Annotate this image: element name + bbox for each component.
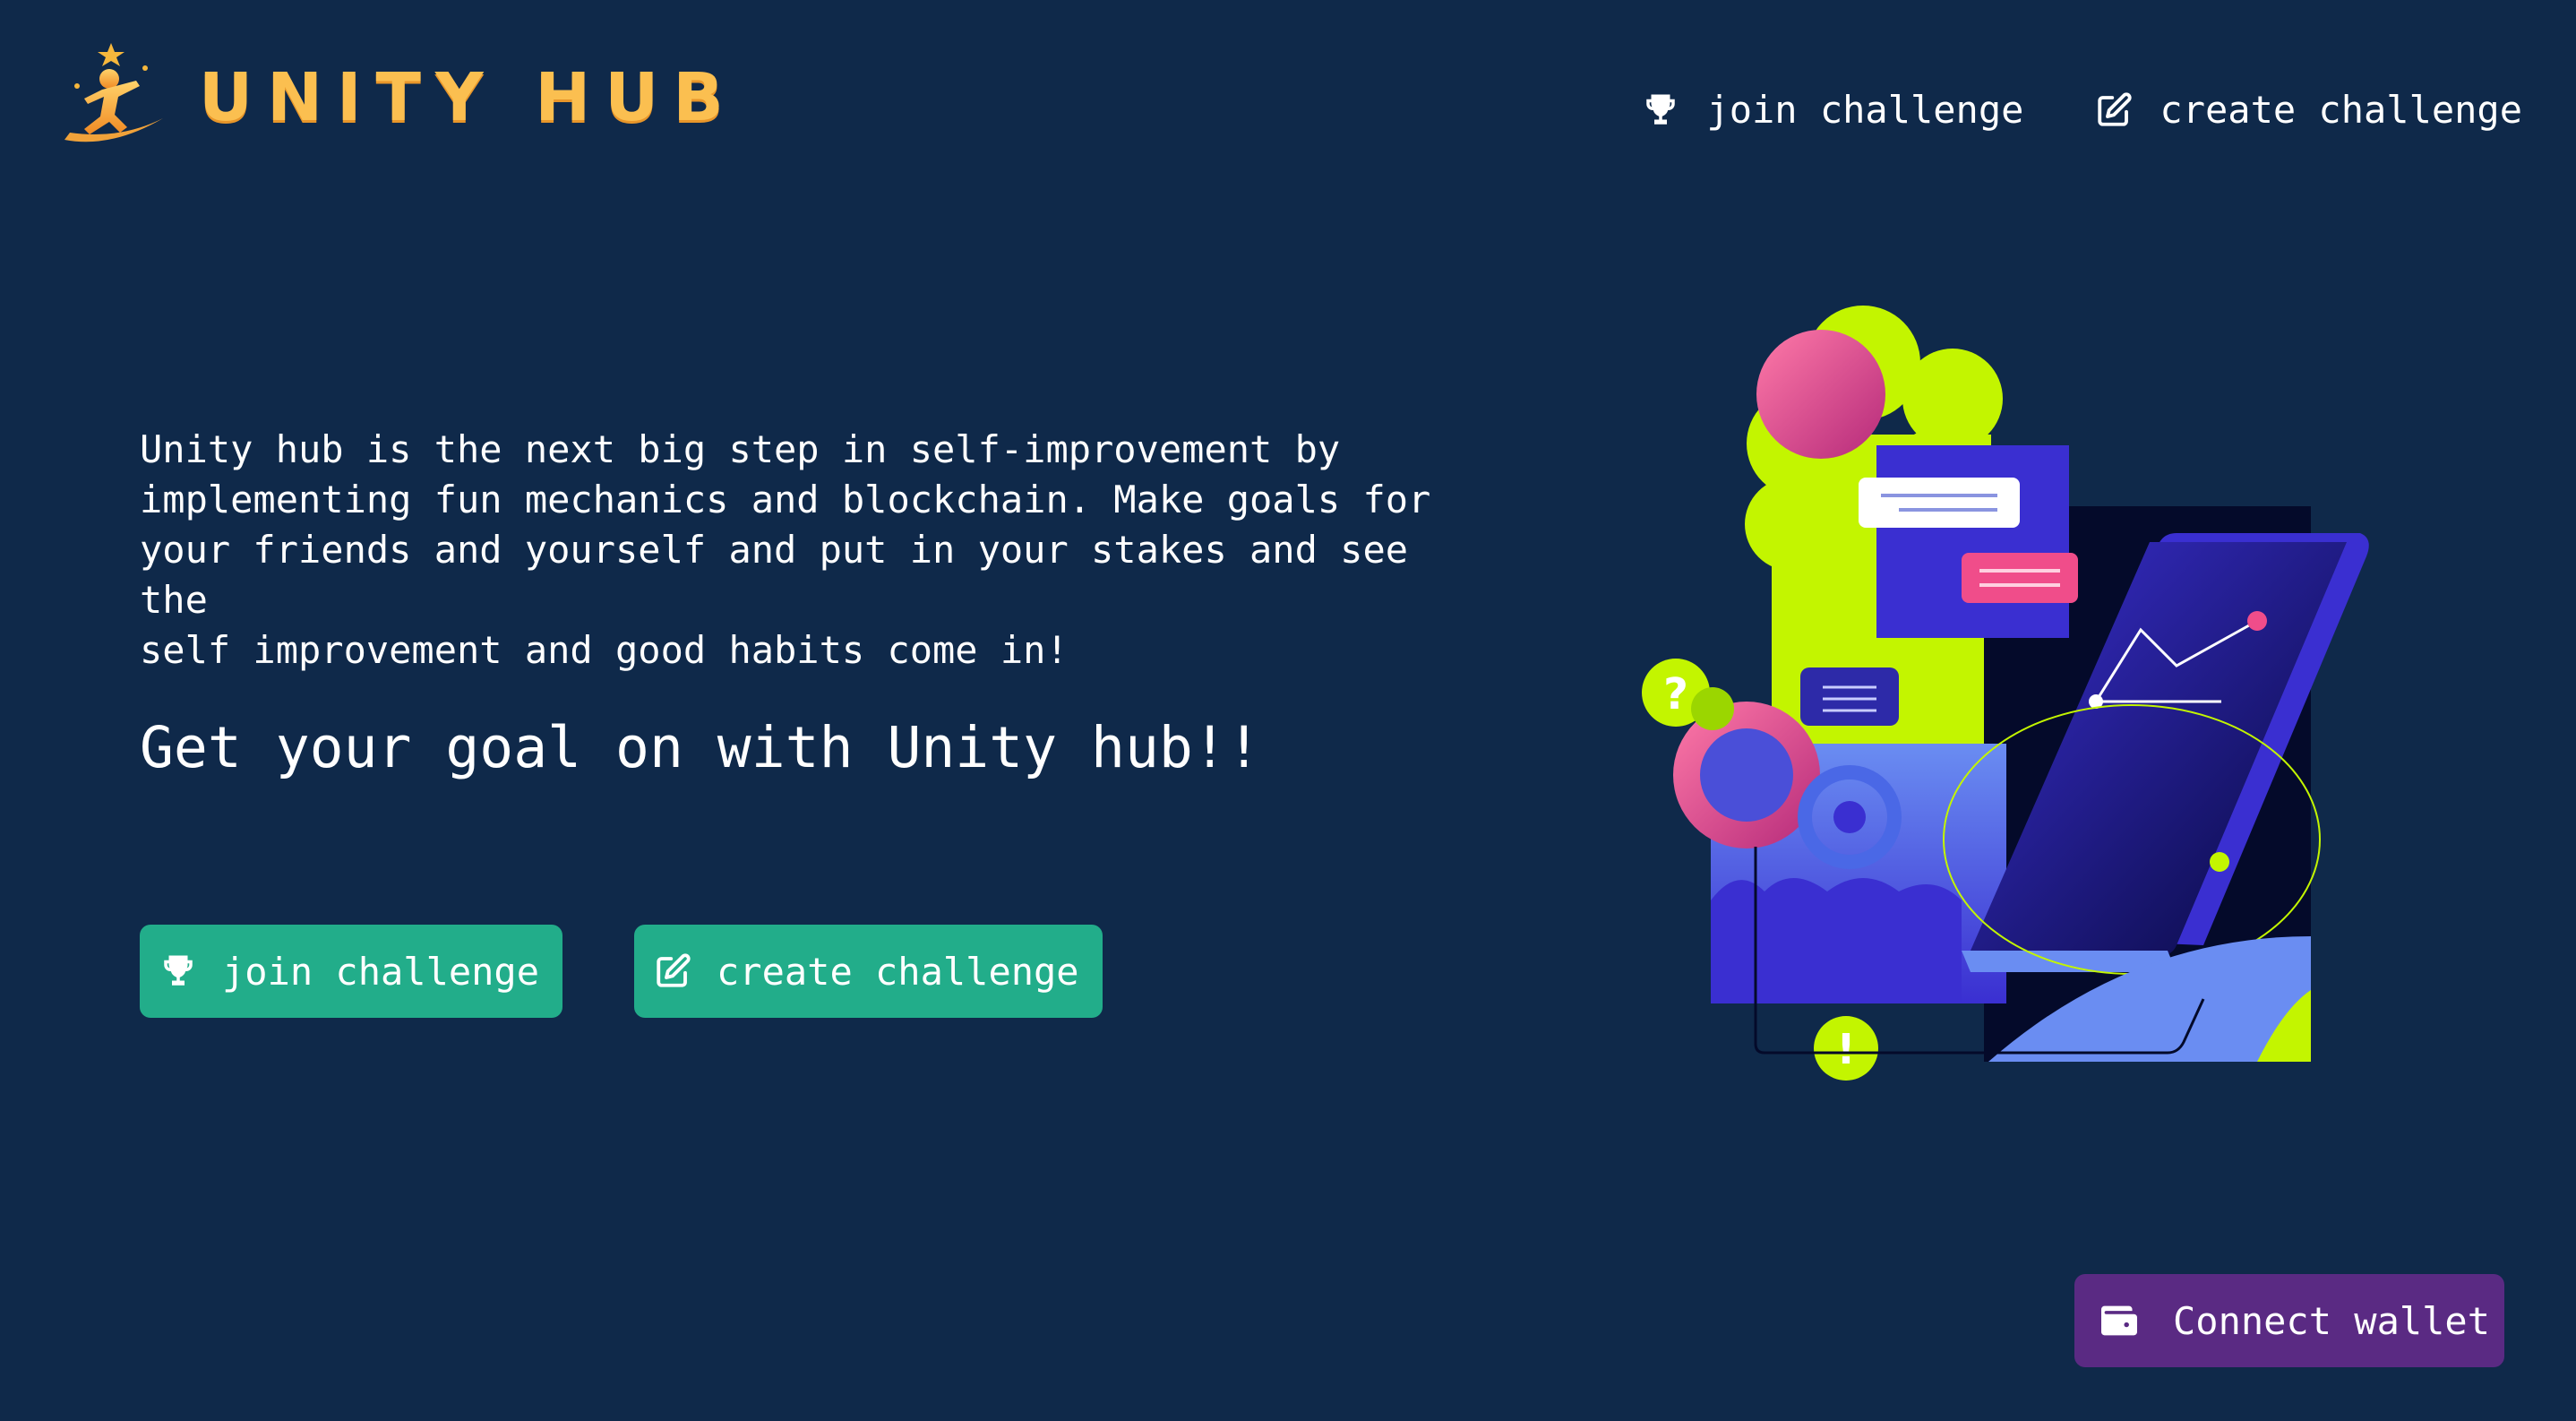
star-runner-logo-icon bbox=[64, 43, 163, 142]
connect-wallet-label: Connect wallet bbox=[2173, 1298, 2491, 1343]
join-challenge-label: join challenge bbox=[222, 949, 540, 994]
join-challenge-button[interactable]: join challenge bbox=[140, 925, 563, 1018]
create-challenge-button[interactable]: create challenge bbox=[634, 925, 1103, 1018]
pink-sphere bbox=[1756, 330, 1885, 459]
chat-bubble bbox=[1800, 667, 1899, 726]
nav-create-label: create challenge bbox=[2160, 88, 2522, 132]
nav-create-challenge-link[interactable]: create challenge bbox=[2095, 88, 2522, 132]
brand-name: UNITY HUB bbox=[199, 59, 738, 136]
svg-text:?: ? bbox=[1663, 669, 1688, 719]
chat-window bbox=[1876, 445, 2069, 638]
landing-page: UNITY HUB join challenge create challeng… bbox=[0, 0, 2576, 1421]
top-nav: join challenge create challenge bbox=[1642, 88, 2522, 132]
edit-icon bbox=[2098, 91, 2133, 126]
trophy-icon bbox=[164, 955, 193, 986]
hero-actions: join challenge create challenge bbox=[140, 925, 1103, 1018]
create-challenge-label: create challenge bbox=[717, 949, 1079, 994]
nav-join-challenge-link[interactable]: join challenge bbox=[1642, 88, 2023, 132]
edit-icon bbox=[657, 953, 691, 987]
hero-description: Unity hub is the next big step in self-i… bbox=[140, 427, 1431, 672]
svg-text:!: ! bbox=[1837, 1025, 1856, 1073]
connect-wallet-button[interactable]: Connect wallet bbox=[2074, 1274, 2504, 1367]
hero-tagline: Get your goal on with Unity hub!! bbox=[140, 715, 1261, 780]
brand[interactable]: UNITY HUB bbox=[57, 39, 738, 156]
nav-join-label: join challenge bbox=[1706, 88, 2024, 132]
wallet-icon bbox=[2101, 1305, 2137, 1336]
trophy-icon bbox=[1646, 94, 1676, 125]
hero-illustration: ? ! bbox=[1642, 306, 2369, 1081]
